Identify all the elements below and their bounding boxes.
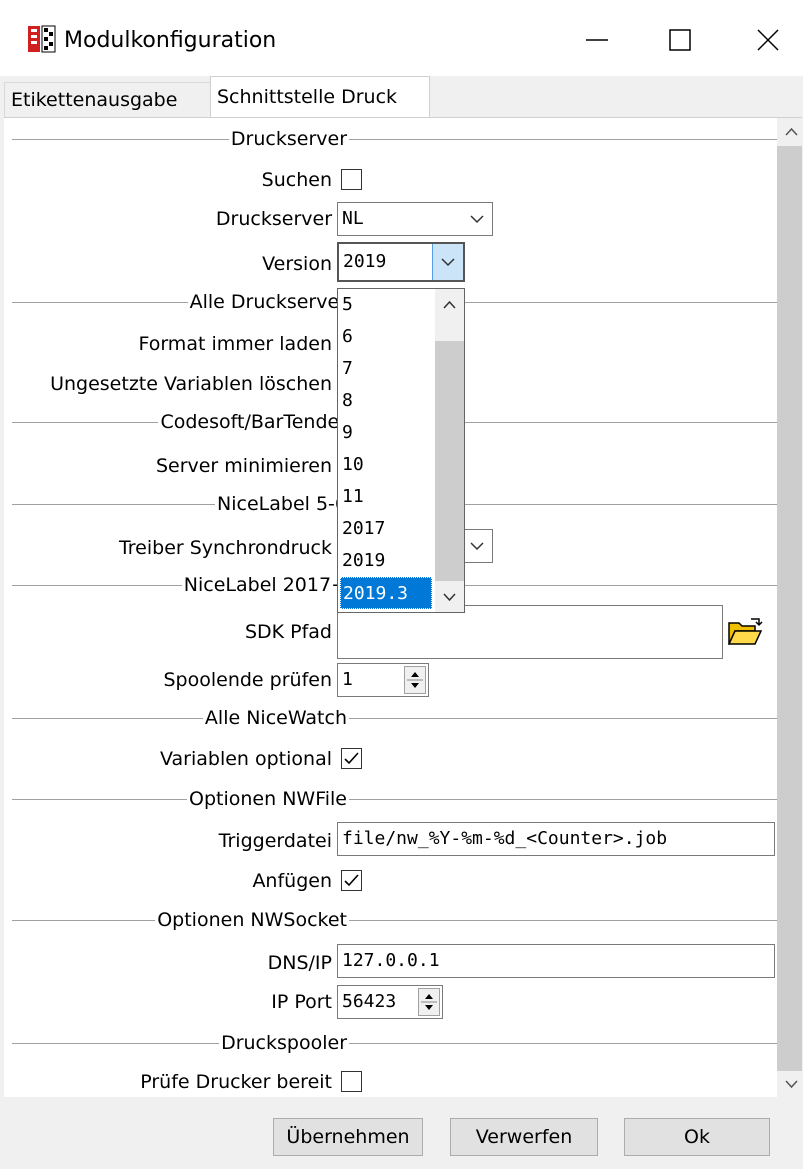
section-title: Codesoft/BarTender	[158, 408, 349, 436]
triggerdatei-input[interactable]: file/nw_%Y-%m-%d_<Counter>.job	[337, 822, 775, 856]
triggerdatei-label: Triggerdatei	[218, 830, 332, 852]
section-title: NiceLabel 2017+	[181, 571, 349, 599]
maximize-button[interactable]	[650, 18, 708, 62]
ip-port-value: 56423	[342, 991, 397, 1012]
folder-open-icon[interactable]	[727, 617, 763, 647]
chevron-down-icon	[441, 258, 455, 267]
spoolende-spinner[interactable]	[404, 666, 426, 694]
close-button[interactable]	[738, 18, 796, 62]
variablen-optional-label: Variablen optional	[159, 748, 332, 770]
suchen-label: Suchen	[261, 169, 332, 191]
section-title: Alle NiceWatch	[202, 704, 349, 732]
anfuegen-checkbox[interactable]	[341, 870, 362, 891]
ip-port-label: IP Port	[271, 991, 332, 1013]
spoolende-label: Spoolende prüfen	[163, 669, 332, 691]
tab-schnittstelle-druck[interactable]: Schnittstelle Druck	[210, 76, 430, 118]
tab-etikettenausgabe[interactable]: Etikettenausgabe	[4, 82, 210, 118]
dropdown-option[interactable]: 6	[340, 321, 434, 353]
dropdown-option[interactable]: 2017	[340, 513, 434, 545]
variablen-optional-checkbox[interactable]	[341, 748, 362, 769]
anfuegen-label: Anfügen	[252, 870, 332, 892]
maximize-icon	[669, 29, 691, 51]
section-title: Optionen NWSocket	[155, 906, 349, 934]
section-alle-nicewatch: Alle NiceWatch	[12, 704, 777, 734]
scroll-down-icon[interactable]	[435, 587, 464, 607]
pruefe-drucker-checkbox[interactable]	[341, 1071, 362, 1092]
ungesetzte-label: Ungesetzte Variablen löschen	[50, 373, 332, 395]
chevron-down-icon	[470, 542, 484, 551]
section-nwsocket: Optionen NWSocket	[12, 906, 777, 936]
version-label: Version	[262, 253, 332, 275]
chevron-down-icon	[470, 215, 484, 224]
version-select[interactable]: 2019	[337, 242, 465, 282]
spoolende-value: 1	[342, 669, 353, 690]
dropdown-option[interactable]: 5	[340, 289, 434, 321]
dropdown-option[interactable]: 10	[340, 449, 434, 481]
title-bar: Modulkonfiguration	[0, 0, 803, 76]
settings-panel: Druckserver Suchen Druckserver NL Versio…	[4, 117, 802, 1098]
scrollbar-thumb[interactable]	[777, 146, 802, 1071]
window-title: Modulkonfiguration	[64, 28, 277, 53]
suchen-checkbox[interactable]	[341, 169, 362, 190]
tab-bar: Etikettenausgabe Schnittstelle Druck	[0, 76, 803, 118]
dns-label: DNS/IP	[267, 952, 332, 974]
spin-arrows-icon	[407, 672, 423, 688]
version-dropdown-list: 5 6 7 8 9 10 11 2017 2019 2019.3	[337, 288, 465, 613]
discard-button[interactable]: Verwerfen	[450, 1118, 598, 1156]
dropdown-option[interactable]: 2019	[340, 545, 434, 577]
section-nwfile: Optionen NWFile	[12, 785, 777, 815]
scroll-down-icon[interactable]	[777, 1074, 802, 1094]
dropdown-option-selected[interactable]: 2019.3	[340, 577, 432, 609]
print-app-icon	[28, 25, 56, 53]
module-config-window: Modulkonfiguration Etikettenausgabe Schn…	[0, 0, 803, 1169]
close-icon	[757, 29, 779, 51]
dropdown-option[interactable]: 11	[340, 481, 434, 513]
dropdown-option[interactable]: 9	[340, 417, 434, 449]
minimize-button[interactable]	[568, 18, 626, 62]
sdk-pfad-label: SDK Pfad	[244, 621, 332, 643]
section-druckserver: Druckserver	[12, 125, 777, 155]
panel-scrollbar[interactable]	[777, 118, 802, 1098]
dropdown-option[interactable]: 8	[340, 385, 434, 417]
druckserver-value: NL	[342, 208, 364, 229]
apply-button[interactable]: Übernehmen	[273, 1118, 423, 1156]
section-druckspooler: Druckspooler	[12, 1029, 777, 1059]
minimize-icon	[586, 39, 608, 41]
spoolende-input[interactable]: 1	[337, 663, 429, 697]
scroll-up-icon[interactable]	[777, 122, 802, 142]
server-minimieren-label: Server minimieren	[155, 455, 332, 477]
version-value: 2019	[343, 251, 387, 272]
section-title: Druckserver	[228, 125, 349, 153]
section-title: Alle Druckserver	[187, 288, 349, 316]
spin-arrows-icon	[421, 994, 437, 1010]
version-dropdown-button[interactable]	[432, 244, 463, 280]
druckserver-label: Druckserver	[215, 208, 332, 230]
dropdown-option[interactable]: 7	[340, 353, 434, 385]
section-title: Druckspooler	[219, 1029, 349, 1057]
pruefe-drucker-label: Prüfe Drucker bereit	[140, 1071, 332, 1093]
dropdown-scrollbar[interactable]	[435, 289, 464, 612]
dropdown-scrollbar-thumb[interactable]	[435, 341, 464, 581]
ok-button[interactable]: Ok	[624, 1118, 770, 1156]
checkmark-icon	[344, 752, 359, 765]
scroll-up-icon[interactable]	[435, 295, 464, 315]
treiber-label: Treiber Synchrondruck	[118, 537, 332, 559]
section-title: Optionen NWFile	[187, 785, 349, 813]
druckserver-select[interactable]: NL	[337, 202, 493, 236]
sdk-pfad-input[interactable]	[337, 605, 723, 659]
ip-port-input[interactable]: 56423	[337, 985, 443, 1019]
dns-input[interactable]: 127.0.0.1	[337, 944, 775, 978]
ip-port-spinner[interactable]	[418, 988, 440, 1016]
checkmark-icon	[344, 874, 359, 887]
format-label: Format immer laden	[138, 333, 332, 355]
section-title: NiceLabel 5-6	[215, 490, 349, 518]
